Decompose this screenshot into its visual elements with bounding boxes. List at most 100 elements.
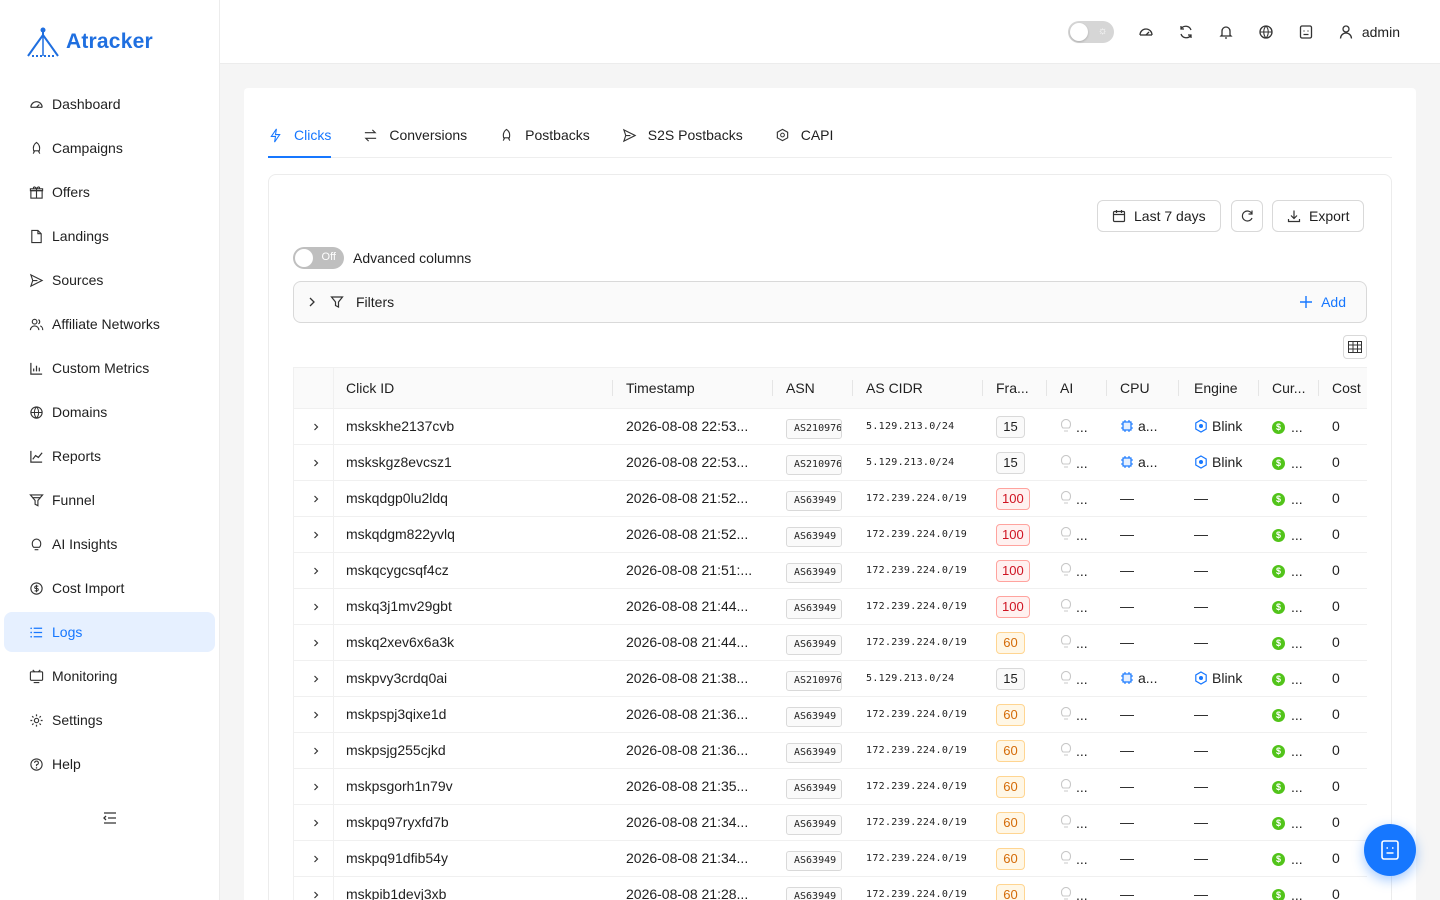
click-id[interactable]: mskpsgorh1n79v bbox=[346, 778, 453, 794]
filters-toggle[interactable]: Filters bbox=[306, 294, 394, 310]
sidebar-item-offers[interactable]: Offers bbox=[4, 172, 215, 212]
sidebar-item-landings[interactable]: Landings bbox=[4, 216, 215, 256]
column-header[interactable]: Cur... bbox=[1272, 380, 1305, 396]
table-row[interactable]: mskpq91dfib54y 2026-08-08 21:34... AS63949… bbox=[294, 841, 1367, 877]
tab-conversions[interactable]: Conversions bbox=[363, 122, 467, 158]
column-header[interactable]: AS CIDR bbox=[866, 380, 923, 396]
dashboard-icon[interactable] bbox=[1138, 24, 1154, 40]
expand-row-icon[interactable] bbox=[310, 673, 322, 685]
sidebar-item-dashboard[interactable]: Dashboard bbox=[4, 84, 215, 124]
sidebar-item-reports[interactable]: Reports bbox=[4, 436, 215, 476]
column-resize-handle[interactable] bbox=[1046, 380, 1047, 396]
robot-icon[interactable] bbox=[1298, 24, 1314, 40]
column-resize-handle[interactable] bbox=[612, 380, 613, 396]
sidebar-item-custom-metrics[interactable]: Custom Metrics bbox=[4, 348, 215, 388]
column-header[interactable]: Timestamp bbox=[626, 380, 695, 396]
column-resize-handle[interactable] bbox=[852, 380, 853, 396]
add-filter-button[interactable]: Add bbox=[1299, 294, 1346, 310]
click-id[interactable]: mskq2xev6x6a3k bbox=[346, 634, 454, 650]
column-resize-handle[interactable] bbox=[772, 380, 773, 396]
column-settings-button[interactable] bbox=[1343, 335, 1367, 359]
column-header[interactable]: CPU bbox=[1120, 380, 1150, 396]
table-row[interactable]: mskq3j1mv29gbt 2026-08-08 21:44... AS63949… bbox=[294, 589, 1367, 625]
click-id[interactable]: mskqdgm822yvlq bbox=[346, 526, 455, 542]
table-row[interactable]: mskpvy3crdq0ai 2026-08-08 21:38... AS21097… bbox=[294, 661, 1367, 697]
sidebar-item-domains[interactable]: Domains bbox=[4, 392, 215, 432]
table-row[interactable]: mskpsjg255cjkd 2026-08-08 21:36... AS63949… bbox=[294, 733, 1367, 769]
sidebar-item-affiliate-networks[interactable]: Affiliate Networks bbox=[4, 304, 215, 344]
export-button[interactable]: Export bbox=[1272, 200, 1365, 232]
table-row[interactable]: mskpspj3qixe1d 2026-08-08 21:36... AS63949… bbox=[294, 697, 1367, 733]
reload-button[interactable] bbox=[1231, 200, 1263, 232]
sidebar-item-help[interactable]: Help bbox=[4, 744, 215, 784]
table-row[interactable]: mskskhe2137cvb 2026-08-08 22:53... AS21097… bbox=[294, 409, 1367, 445]
tab-s2s-postbacks[interactable]: S2S Postbacks bbox=[622, 122, 743, 158]
click-id[interactable]: mskskgz8evcsz1 bbox=[346, 454, 452, 470]
expand-row-icon[interactable] bbox=[310, 457, 322, 469]
column-resize-handle[interactable] bbox=[982, 380, 983, 396]
expand-row-icon[interactable] bbox=[310, 601, 322, 613]
sidebar-item-monitoring[interactable]: Monitoring bbox=[4, 656, 215, 696]
date-range-button[interactable]: Last 7 days bbox=[1097, 200, 1221, 232]
advanced-columns-switch[interactable]: Off bbox=[293, 247, 344, 269]
expand-row-icon[interactable] bbox=[310, 565, 322, 577]
expand-row-icon[interactable] bbox=[310, 817, 322, 829]
click-id[interactable]: mskskhe2137cvb bbox=[346, 418, 454, 434]
table-row[interactable]: mskq2xev6x6a3k 2026-08-08 21:44... AS63949… bbox=[294, 625, 1367, 661]
click-id[interactable]: mskpq97ryxfd7b bbox=[346, 814, 449, 830]
globe-icon[interactable] bbox=[1258, 24, 1274, 40]
refresh-icon[interactable] bbox=[1178, 24, 1194, 40]
table-row[interactable]: mskpq97ryxfd7b 2026-08-08 21:34... AS63949… bbox=[294, 805, 1367, 841]
sidebar-item-funnel[interactable]: Funnel bbox=[4, 480, 215, 520]
column-header[interactable]: Cost bbox=[1332, 380, 1361, 396]
tab-capi[interactable]: CAPI bbox=[775, 122, 833, 158]
expand-row-icon[interactable] bbox=[310, 637, 322, 649]
fraud-score-badge: 15 bbox=[996, 668, 1025, 690]
click-id[interactable]: mskpq91dfib54y bbox=[346, 850, 448, 866]
column-resize-handle[interactable] bbox=[1318, 380, 1319, 396]
table-row[interactable]: mskpib1devj3xb 2026-08-08 21:28... AS63949… bbox=[294, 877, 1367, 900]
theme-toggle[interactable]: ☼ bbox=[1067, 21, 1114, 43]
column-header[interactable]: ASN bbox=[786, 380, 815, 396]
click-id[interactable]: mskpvy3crdq0ai bbox=[346, 670, 447, 686]
expand-row-icon[interactable] bbox=[310, 709, 322, 721]
sidebar-item-campaigns[interactable]: Campaigns bbox=[4, 128, 215, 168]
column-resize-handle[interactable] bbox=[1258, 380, 1259, 396]
sidebar-item-cost-import[interactable]: Cost Import bbox=[4, 568, 215, 608]
click-id[interactable]: mskpspj3qixe1d bbox=[346, 706, 446, 722]
table-row[interactable]: mskpsgorh1n79v 2026-08-08 21:35... AS63949… bbox=[294, 769, 1367, 805]
table-row[interactable]: mskskgz8evcsz1 2026-08-08 22:53... AS21097… bbox=[294, 445, 1367, 481]
column-header[interactable]: AI bbox=[1060, 380, 1073, 396]
click-id[interactable]: mskqcygcsqf4cz bbox=[346, 562, 449, 578]
column-header[interactable]: Engine bbox=[1194, 380, 1238, 396]
user-menu[interactable]: admin bbox=[1338, 24, 1400, 40]
bell-icon[interactable] bbox=[1218, 24, 1234, 40]
click-id[interactable]: mskq3j1mv29gbt bbox=[346, 598, 452, 614]
click-id[interactable]: mskpsjg255cjkd bbox=[346, 742, 446, 758]
tab-postbacks[interactable]: Postbacks bbox=[499, 122, 590, 158]
column-resize-handle[interactable] bbox=[1178, 380, 1179, 396]
click-id[interactable]: mskqdgp0lu2ldq bbox=[346, 490, 448, 506]
click-id[interactable]: mskpib1devj3xb bbox=[346, 886, 446, 900]
expand-row-icon[interactable] bbox=[310, 493, 322, 505]
expand-row-icon[interactable] bbox=[310, 853, 322, 865]
column-resize-handle[interactable] bbox=[1106, 380, 1107, 396]
expand-row-icon[interactable] bbox=[310, 745, 322, 757]
expand-row-icon[interactable] bbox=[310, 529, 322, 541]
table-row[interactable]: mskqdgp0lu2ldq 2026-08-08 21:52... AS63949… bbox=[294, 481, 1367, 517]
collapse-sidebar-icon[interactable] bbox=[102, 810, 118, 826]
table-row[interactable]: mskqcygcsqf4cz 2026-08-08 21:51:... AS6394… bbox=[294, 553, 1367, 589]
sidebar-item-ai-insights[interactable]: AI Insights bbox=[4, 524, 215, 564]
sidebar-item-logs[interactable]: Logs bbox=[4, 612, 215, 652]
column-header[interactable]: Fra... bbox=[996, 380, 1029, 396]
table-row[interactable]: mskqdgm822yvlq 2026-08-08 21:52... AS63949… bbox=[294, 517, 1367, 553]
logo[interactable]: Atracker bbox=[26, 26, 153, 58]
tab-clicks[interactable]: Clicks bbox=[268, 122, 332, 158]
column-header[interactable]: Click ID bbox=[346, 380, 394, 396]
sidebar-item-settings[interactable]: Settings bbox=[4, 700, 215, 740]
sidebar-item-sources[interactable]: Sources bbox=[4, 260, 215, 300]
expand-row-icon[interactable] bbox=[310, 781, 322, 793]
expand-row-icon[interactable] bbox=[310, 889, 322, 900]
assistant-button[interactable] bbox=[1364, 824, 1416, 876]
expand-row-icon[interactable] bbox=[310, 421, 322, 433]
